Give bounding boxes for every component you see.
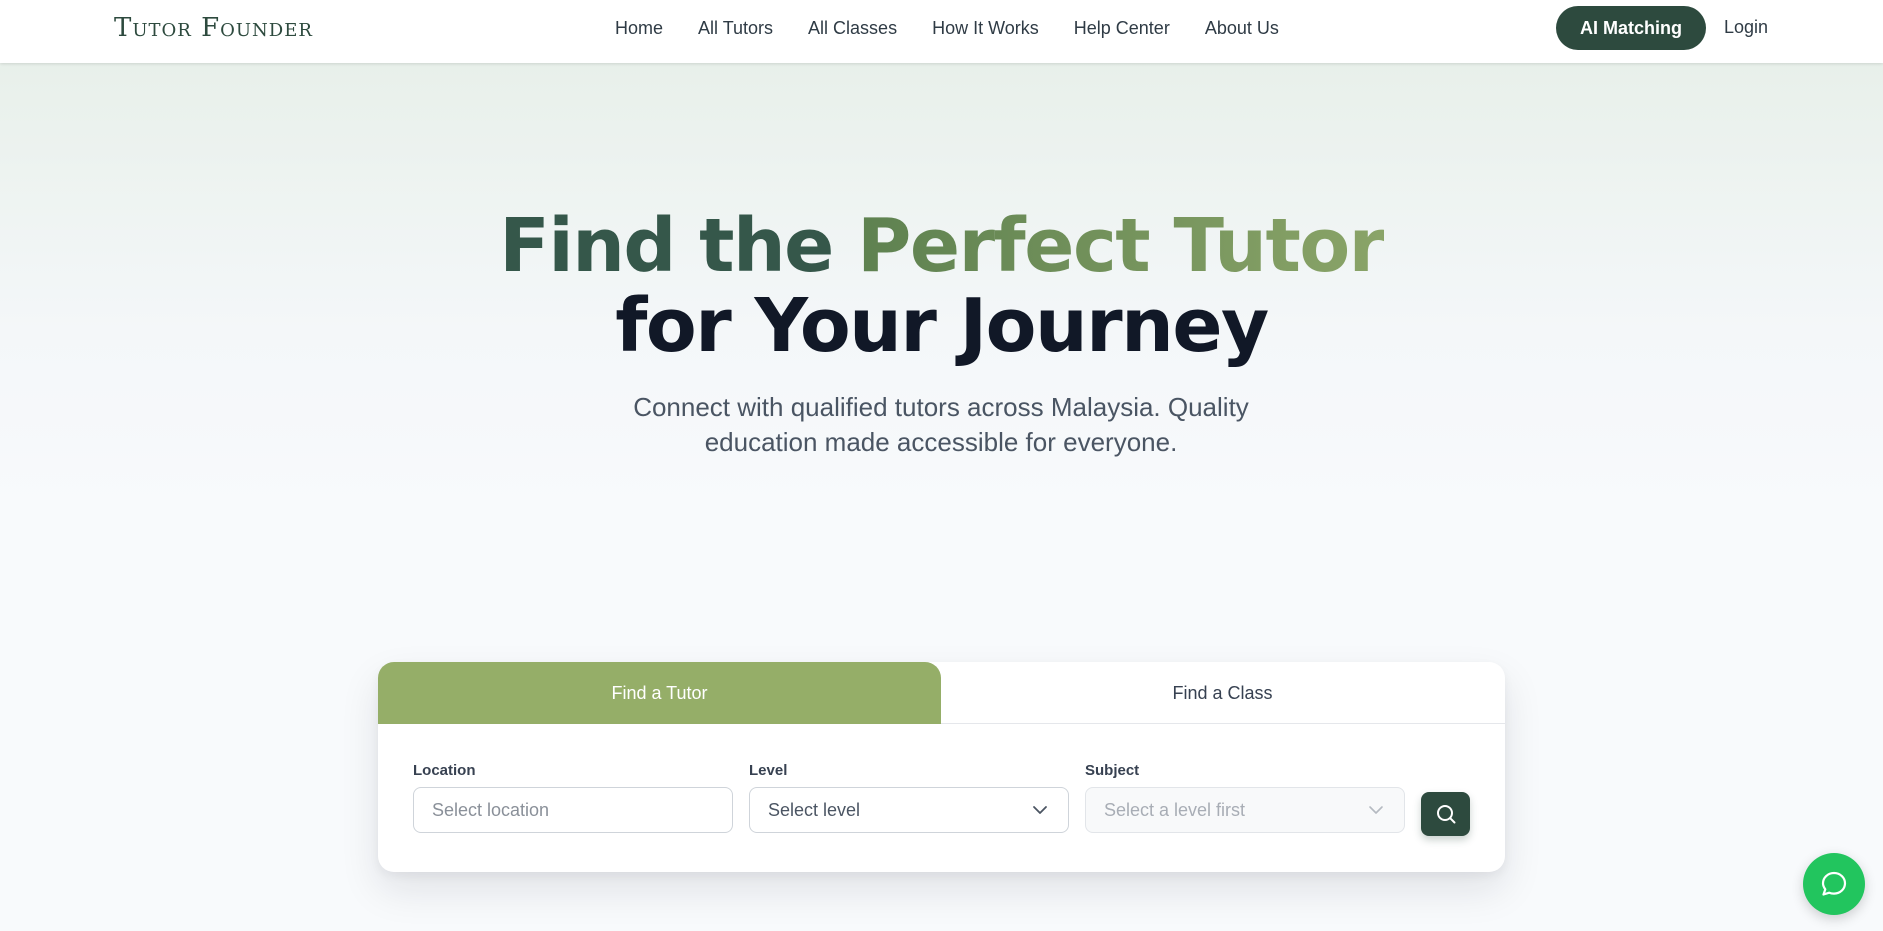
nav-all-tutors[interactable]: All Tutors bbox=[698, 18, 773, 39]
location-field: Location bbox=[413, 762, 733, 833]
chat-button[interactable] bbox=[1803, 853, 1865, 915]
chevron-down-icon bbox=[1033, 806, 1047, 814]
site-header: Tutor Founder Home All Tutors All Classe… bbox=[0, 0, 1883, 63]
subject-field: Subject Select a level first bbox=[1085, 762, 1405, 833]
hero-title-line1: Find the Perfect Tutor bbox=[0, 206, 1883, 286]
level-field: Level Select level bbox=[749, 762, 1069, 833]
nav-help-center[interactable]: Help Center bbox=[1074, 18, 1170, 39]
search-icon bbox=[1436, 805, 1455, 824]
subject-select[interactable]: Select a level first bbox=[1085, 787, 1405, 833]
nav-home[interactable]: Home bbox=[615, 18, 663, 39]
site-logo[interactable]: Tutor Founder bbox=[114, 13, 313, 43]
level-label: Level bbox=[749, 762, 788, 779]
login-link[interactable]: Login bbox=[1724, 17, 1768, 38]
chevron-down-icon bbox=[1369, 806, 1383, 814]
tab-find-class[interactable]: Find a Class bbox=[941, 662, 1504, 724]
level-select[interactable]: Select level bbox=[749, 787, 1069, 833]
location-label: Location bbox=[413, 762, 476, 779]
nav-all-classes[interactable]: All Classes bbox=[808, 18, 897, 39]
tab-find-tutor[interactable]: Find a Tutor bbox=[378, 662, 941, 724]
location-input[interactable] bbox=[432, 799, 714, 821]
chat-bubble-icon bbox=[1821, 871, 1847, 896]
hero-subtitle: Connect with qualified tutors across Mal… bbox=[633, 392, 1249, 457]
search-tabs: Find a Tutor Find a Class bbox=[378, 662, 1505, 724]
nav-about-us[interactable]: About Us bbox=[1205, 18, 1279, 39]
subject-label: Subject bbox=[1085, 762, 1140, 779]
ai-matching-button[interactable]: AI Matching bbox=[1556, 6, 1706, 50]
search-button[interactable] bbox=[1421, 792, 1470, 836]
main-nav: Home All Tutors All Classes How It Works… bbox=[615, 0, 1314, 57]
subject-select-value: Select a level first bbox=[1104, 799, 1246, 820]
hero-title-line2: for Your Journey bbox=[615, 283, 1269, 369]
level-select-value: Select level bbox=[768, 799, 861, 820]
location-input-box[interactable] bbox=[413, 787, 733, 833]
nav-how-it-works[interactable]: How It Works bbox=[932, 18, 1039, 39]
search-card: Find a Tutor Find a Class Location Level… bbox=[378, 662, 1505, 872]
hero-title: Find the Perfect Tutor for Your Journey bbox=[0, 206, 1883, 366]
hero-title-accent: Perfect Tutor bbox=[857, 203, 1385, 289]
hero-title-part1: Find the bbox=[499, 203, 858, 289]
